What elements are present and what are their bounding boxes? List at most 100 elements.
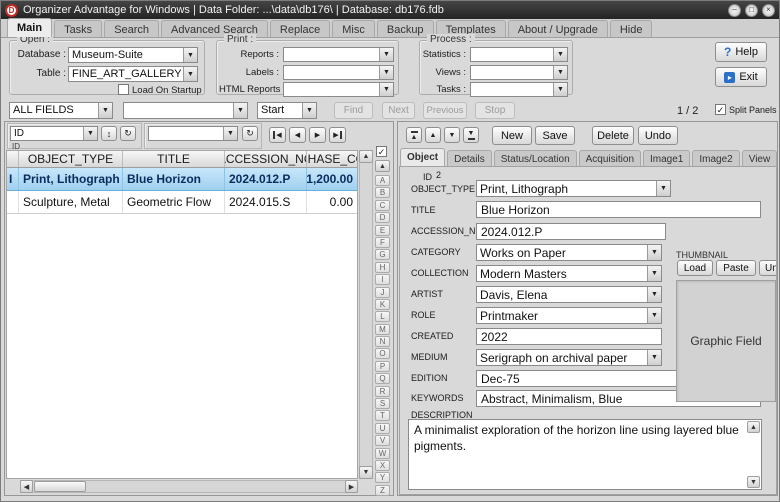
- dropdown-arrow-icon[interactable]: ▼: [647, 266, 661, 281]
- previous-record-button-right[interactable]: ▲: [425, 127, 441, 143]
- role-select[interactable]: Printmaker ▼: [476, 307, 662, 324]
- created-field[interactable]: 2022: [476, 328, 662, 345]
- thumbnail-unload-button[interactable]: Unload: [759, 260, 776, 276]
- new-button[interactable]: New: [492, 126, 532, 145]
- undo-button[interactable]: Undo: [638, 126, 678, 145]
- search-field-select[interactable]: ALL FIELDS ▼: [9, 102, 113, 119]
- stop-button[interactable]: Stop: [475, 102, 515, 119]
- alphabet-letter-button[interactable]: E: [375, 224, 390, 236]
- accession-no-field[interactable]: 2024.012.P: [476, 223, 666, 240]
- dropdown-arrow-icon[interactable]: ▼: [379, 83, 393, 96]
- alphabet-letter-button[interactable]: J: [375, 286, 390, 298]
- tasks-select[interactable]: ▼: [470, 82, 568, 97]
- alphabet-letter-button[interactable]: Z: [375, 484, 390, 496]
- save-button[interactable]: Save: [535, 126, 575, 145]
- alphabet-letter-button[interactable]: K: [375, 298, 390, 310]
- description-scroll-down-icon[interactable]: ▼: [747, 476, 760, 488]
- thumbnail-graphic-field[interactable]: Graphic Field: [676, 280, 776, 402]
- scroll-down-icon[interactable]: ▼: [359, 466, 373, 479]
- delete-button[interactable]: Delete: [592, 126, 634, 145]
- artist-select[interactable]: Davis, Elena ▼: [476, 286, 662, 303]
- table-row[interactable]: I Print, Lithograph Blue Horizon 2024.01…: [7, 168, 357, 191]
- previous-button[interactable]: Previous: [423, 102, 467, 119]
- alphabet-letter-button[interactable]: D: [375, 212, 390, 224]
- description-field[interactable]: A minimalist exploration of the horizon …: [408, 419, 762, 490]
- dropdown-arrow-icon[interactable]: ▼: [183, 67, 197, 81]
- alphabet-letter-button[interactable]: C: [375, 199, 390, 211]
- alphabet-letter-button[interactable]: L: [375, 311, 390, 323]
- tab-replace[interactable]: Replace: [269, 20, 331, 37]
- search-query-input[interactable]: ▼: [123, 102, 248, 119]
- first-record-button-right[interactable]: ▲: [406, 127, 422, 143]
- alphabet-letter-button[interactable]: Y: [375, 472, 390, 484]
- tab-image2[interactable]: Image2: [692, 150, 740, 166]
- database-select[interactable]: Museum-Suite ▼: [68, 47, 198, 63]
- html-reports-select[interactable]: ▼: [283, 82, 394, 97]
- search-mode-select[interactable]: Start ▼: [257, 102, 317, 119]
- dropdown-arrow-icon[interactable]: ▼: [647, 350, 661, 365]
- last-record-button-right[interactable]: ▼: [463, 127, 479, 143]
- description-scroll-up-icon[interactable]: ▲: [747, 421, 760, 433]
- refresh-filter-button[interactable]: ↻: [242, 126, 258, 141]
- maximize-button[interactable]: □: [745, 3, 758, 17]
- reports-select[interactable]: ▼: [283, 47, 394, 62]
- next-record-button[interactable]: ▶: [309, 127, 326, 143]
- alphabet-letter-button[interactable]: T: [375, 410, 390, 422]
- dropdown-arrow-icon[interactable]: ▼: [98, 103, 112, 118]
- alphabet-letter-button[interactable]: V: [375, 435, 390, 447]
- alphabet-letter-button[interactable]: I: [375, 274, 390, 286]
- dropdown-arrow-icon[interactable]: ▼: [302, 103, 316, 118]
- alphabet-letter-button[interactable]: O: [375, 348, 390, 360]
- statistics-select[interactable]: ▼: [470, 47, 568, 62]
- column-header-accession-no[interactable]: ACCESSION_NO: [225, 151, 307, 167]
- alphabet-letter-button[interactable]: S: [375, 398, 390, 410]
- marker-column-header[interactable]: [7, 151, 19, 167]
- table-vertical-scrollbar[interactable]: [359, 150, 373, 479]
- alphabet-letter-button[interactable]: R: [375, 385, 390, 397]
- alphabet-filter-checkbox[interactable]: ✓: [376, 146, 387, 157]
- dropdown-arrow-icon[interactable]: ▼: [233, 103, 247, 118]
- tab-main[interactable]: Main: [7, 18, 53, 37]
- title-field[interactable]: Blue Horizon: [476, 201, 761, 218]
- filter-select[interactable]: ▼: [148, 126, 238, 141]
- scroll-up-icon[interactable]: ▲: [359, 150, 373, 163]
- thumbnail-load-button[interactable]: Load: [677, 260, 713, 276]
- sort-field-select[interactable]: ID ▼: [10, 126, 98, 141]
- minimize-button[interactable]: –: [728, 3, 741, 17]
- next-button[interactable]: Next: [382, 102, 415, 119]
- help-button[interactable]: ? Help: [715, 42, 767, 62]
- tab-status-location[interactable]: Status/Location: [493, 150, 577, 166]
- table-select[interactable]: FINE_ART_GALLERY ▼: [68, 66, 198, 82]
- dropdown-arrow-icon[interactable]: ▼: [83, 127, 97, 140]
- column-header-object-type[interactable]: OBJECT_TYPE: [19, 151, 123, 167]
- dropdown-arrow-icon[interactable]: ▼: [656, 181, 670, 196]
- labels-select[interactable]: ▼: [283, 65, 394, 80]
- alphabet-letter-button[interactable]: Q: [375, 373, 390, 385]
- object-type-select[interactable]: Print, Lithograph ▼: [476, 180, 671, 197]
- last-record-button[interactable]: ▶: [329, 127, 346, 143]
- dropdown-arrow-icon[interactable]: ▼: [647, 245, 661, 260]
- tab-acquisition[interactable]: Acquisition: [578, 150, 641, 166]
- category-select[interactable]: Works on Paper ▼: [476, 244, 662, 261]
- tab-tasks[interactable]: Tasks: [54, 20, 103, 37]
- alphabet-letter-button[interactable]: B: [375, 187, 390, 199]
- close-button[interactable]: ×: [762, 3, 775, 17]
- tab-image1[interactable]: Image1: [643, 150, 691, 166]
- dropdown-arrow-icon[interactable]: ▼: [379, 48, 393, 61]
- dropdown-arrow-icon[interactable]: ▼: [553, 66, 567, 79]
- alphabet-letter-button[interactable]: M: [375, 323, 390, 335]
- dropdown-arrow-icon[interactable]: ▼: [647, 308, 661, 323]
- alphabet-letter-button[interactable]: G: [375, 249, 390, 261]
- previous-record-button[interactable]: ◀: [289, 127, 306, 143]
- tab-view[interactable]: View: [741, 150, 778, 166]
- alphabet-letter-button[interactable]: N: [375, 336, 390, 348]
- tab-misc[interactable]: Misc: [332, 20, 375, 37]
- dropdown-arrow-icon[interactable]: ▼: [553, 48, 567, 61]
- exit-button[interactable]: ▸ Exit: [715, 67, 767, 87]
- alphabet-scroll-up-icon[interactable]: ▲: [375, 160, 390, 172]
- collection-select[interactable]: Modern Masters ▼: [476, 265, 662, 282]
- find-button[interactable]: Find: [334, 102, 373, 119]
- dropdown-arrow-icon[interactable]: ▼: [553, 83, 567, 96]
- column-header-title[interactable]: TITLE: [123, 151, 225, 167]
- horizontal-scroll-thumb[interactable]: [34, 481, 86, 492]
